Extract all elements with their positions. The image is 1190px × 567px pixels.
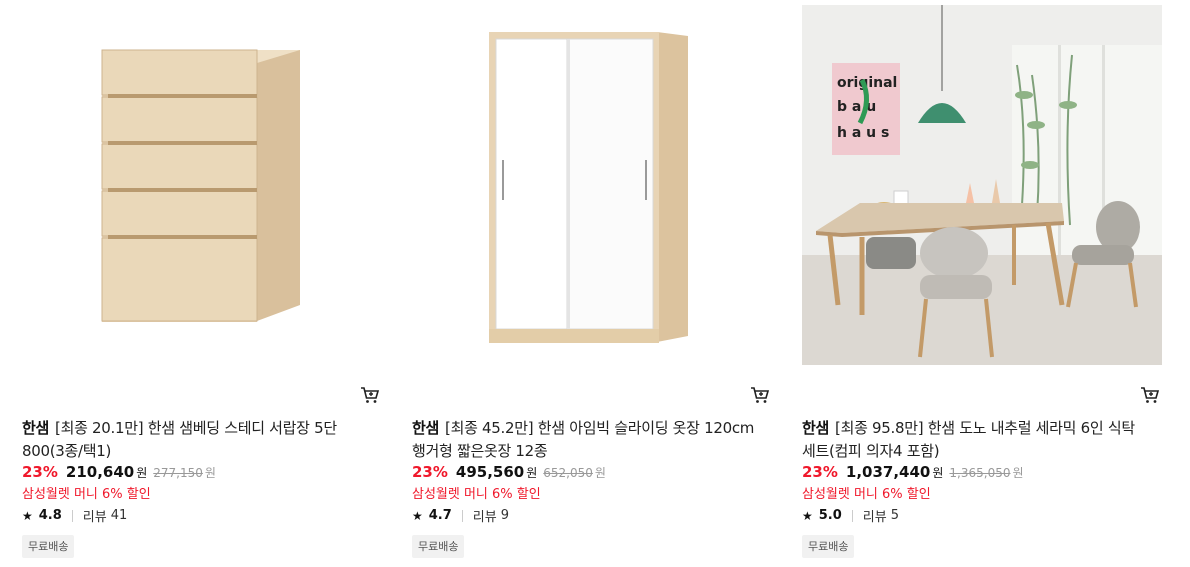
dining-set-image: original b a u h a u s — [802, 5, 1162, 365]
review-row: ★ 5.0 리뷰 5 — [802, 506, 899, 525]
sale-price: 210,640 — [65, 463, 135, 481]
review-count: 5 — [890, 508, 899, 523]
product-name: [최종 45.2만] 한샘 아임빅 슬라이딩 옷장 120cm 행거형 짧은옷장… — [412, 419, 755, 460]
product-card[interactable]: 한샘 [최종 20.1만] 한샘 샘베딩 스테디 서랍장 5단 800(3종/택1… — [12, 0, 382, 567]
price-row: 23% 1,037,440 원 1,365,050 원 — [802, 463, 1024, 483]
product-grid: 한샘 [최종 20.1만] 한샘 샘베딩 스테디 서랍장 5단 800(3종/택1… — [0, 0, 1190, 567]
cart-icon — [751, 387, 770, 403]
free-shipping-badge: 무료배송 — [802, 535, 855, 558]
original-price: 652,050 — [543, 466, 593, 480]
divider — [851, 509, 853, 522]
original-price: 277,150 — [153, 466, 203, 480]
divider — [461, 509, 463, 522]
wardrobe-image — [412, 5, 772, 365]
product-name: [최종 20.1만] 한샘 샘베딩 스테디 서랍장 5단 800(3종/택1) — [22, 419, 337, 460]
discount-rate: 23% — [412, 463, 448, 481]
add-to-cart-button[interactable] — [360, 385, 382, 407]
review-row: ★ 4.7 리뷰 9 — [412, 506, 509, 525]
product-card[interactable]: 한샘 [최종 45.2만] 한샘 아임빅 슬라이딩 옷장 120cm 행거형 짧은… — [402, 0, 772, 567]
original-currency-unit: 원 — [204, 466, 216, 480]
brand-name: 한샘 — [802, 419, 830, 437]
free-shipping-badge: 무료배송 — [22, 535, 75, 558]
product-title[interactable]: 한샘 [최종 45.2만] 한샘 아임빅 슬라이딩 옷장 120cm 행거형 짧은… — [412, 417, 757, 463]
star-icon: ★ — [22, 508, 33, 523]
review-label: 리뷰 — [82, 510, 107, 525]
review-row: ★ 4.8 리뷰 41 — [22, 506, 127, 525]
product-image[interactable] — [412, 5, 772, 365]
product-image[interactable]: original b a u h a u s — [802, 5, 1162, 365]
promo-text: 삼성월렛 머니 6% 할인 — [22, 487, 151, 502]
divider — [71, 509, 73, 522]
star-icon: ★ — [802, 508, 813, 523]
original-currency-unit: 원 — [1012, 466, 1024, 480]
cart-icon — [1141, 387, 1160, 403]
brand-name: 한샘 — [412, 419, 440, 437]
price-row: 23% 495,560 원 652,050 원 — [412, 463, 606, 483]
sale-price: 495,560 — [455, 463, 525, 481]
sale-price: 1,037,440 — [845, 463, 931, 481]
product-name: [최종 95.8만] 한샘 도노 내추럴 세라믹 6인 식탁세트(컴피 의자4 … — [802, 419, 1135, 460]
free-shipping-badge: 무료배송 — [412, 535, 465, 558]
product-card[interactable]: original b a u h a u s 한샘 [최종 95.8만] 한샘 … — [792, 0, 1162, 567]
currency-unit: 원 — [932, 466, 944, 480]
discount-rate: 23% — [22, 463, 58, 481]
review-count: 9 — [500, 508, 509, 523]
review-label: 리뷰 — [472, 510, 497, 525]
drawer-chest-image — [22, 5, 382, 365]
poster-line-2: b a u — [837, 99, 876, 115]
promo-text: 삼성월렛 머니 6% 할인 — [412, 487, 541, 502]
product-image[interactable] — [22, 5, 382, 365]
original-price: 1,365,050 — [949, 466, 1011, 480]
rating-value: 4.8 — [38, 508, 62, 523]
review-label: 리뷰 — [862, 510, 887, 525]
product-title[interactable]: 한샘 [최종 95.8만] 한샘 도노 내추럴 세라믹 6인 식탁세트(컴피 의자… — [802, 417, 1147, 463]
review-count: 41 — [110, 508, 128, 523]
currency-unit: 원 — [526, 466, 538, 480]
poster-line-3: h a u s — [837, 125, 889, 141]
add-to-cart-button[interactable] — [1140, 385, 1162, 407]
promo-text: 삼성월렛 머니 6% 할인 — [802, 487, 931, 502]
rating-value: 4.7 — [428, 508, 452, 523]
brand-name: 한샘 — [22, 419, 50, 437]
discount-rate: 23% — [802, 463, 838, 481]
product-title[interactable]: 한샘 [최종 20.1만] 한샘 샘베딩 스테디 서랍장 5단 800(3종/택1… — [22, 417, 367, 463]
price-row: 23% 210,640 원 277,150 원 — [22, 463, 216, 483]
add-to-cart-button[interactable] — [750, 385, 772, 407]
star-icon: ★ — [412, 508, 423, 523]
currency-unit: 원 — [136, 466, 148, 480]
cart-icon — [361, 387, 380, 403]
original-currency-unit: 원 — [594, 466, 606, 480]
rating-value: 5.0 — [818, 508, 842, 523]
